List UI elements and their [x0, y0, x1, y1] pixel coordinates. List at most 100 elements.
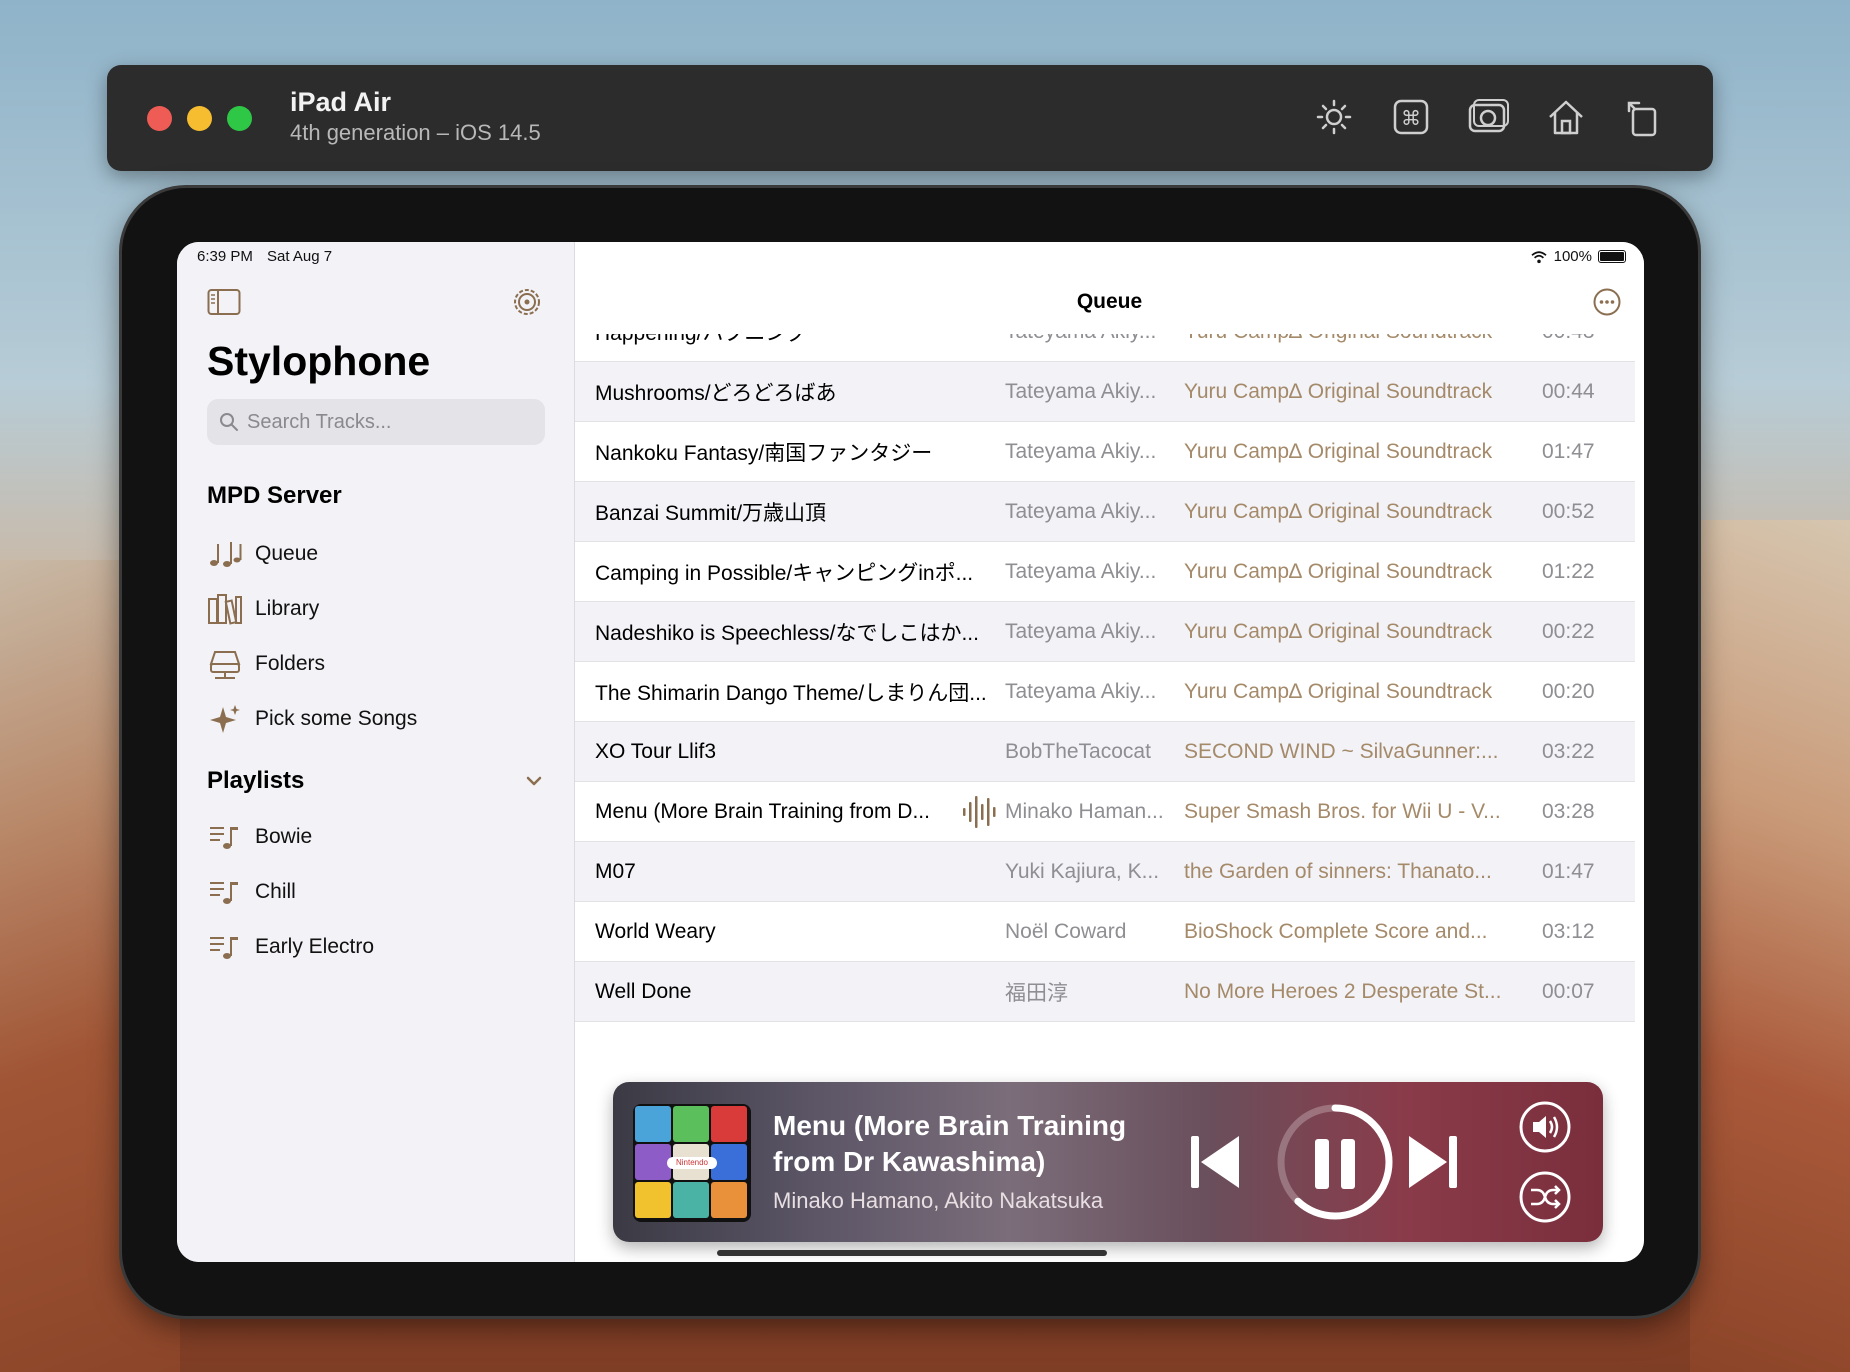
track-artist: Tateyama Akiy... — [1005, 679, 1157, 703]
pause-icon — [1315, 1139, 1355, 1189]
battery-percent: 100% — [1553, 248, 1592, 265]
zoom-window-button[interactable] — [227, 106, 252, 131]
track-album: Super Smash Bros. for Wii U - V... — [1184, 799, 1501, 823]
next-track-button[interactable] — [1405, 1132, 1459, 1192]
playlist-item-early-electro[interactable]: Early Electro — [207, 927, 374, 967]
table-row[interactable]: M07 Yuki Kajiura, K... the Garden of sin… — [575, 842, 1635, 902]
track-album: the Garden of sinners: Thanato... — [1184, 859, 1492, 883]
track-duration: 01:47 — [1542, 859, 1595, 883]
playlist-label: Early Electro — [255, 935, 375, 958]
device-detail: 4th generation – iOS 14.5 — [290, 120, 541, 145]
rotate-icon[interactable] — [1621, 95, 1665, 139]
speaker-icon — [1519, 1101, 1571, 1153]
brightness-icon[interactable] — [1312, 95, 1356, 139]
track-album: Yuru Camp∆ Original Soundtrack — [1184, 619, 1493, 643]
sidebar-item-label: Queue — [255, 542, 319, 565]
track-album: BioShock Complete Score and... — [1184, 919, 1488, 943]
track-title: Banzai Summit/万歳山頂 — [595, 501, 827, 525]
sidebar-item-label: Library — [255, 597, 320, 620]
track-album: SECOND WIND ~ SilvaGunner:... — [1184, 739, 1499, 763]
track-artist: Tateyama Akiy... — [1005, 619, 1157, 643]
table-row[interactable]: XO Tour Llif3 BobTheTacocat SECOND WIND … — [575, 722, 1635, 782]
status-date: Sat Aug 7 — [267, 248, 333, 265]
playlist-label: Bowie — [255, 825, 313, 848]
table-row[interactable]: Mushrooms/どろどろばあ Tateyama Akiy... Yuru C… — [575, 362, 1635, 422]
table-row[interactable]: Banzai Summit/万歳山頂 Tateyama Akiy... Yuru… — [575, 482, 1635, 542]
page-title: Queue — [1076, 290, 1143, 313]
table-row-now-playing[interactable]: Menu (More Brain Training from D... Mina… — [575, 782, 1635, 842]
shuffle-button[interactable] — [1518, 1170, 1572, 1224]
table-row[interactable]: Nankoku Fantasy/南国ファンタジー Tateyama Akiy..… — [575, 422, 1635, 482]
sidebar-toggle-icon[interactable] — [207, 288, 241, 316]
now-playing-artist: Minako Hamano, Akito Nakatsuka — [773, 1188, 1104, 1213]
screenshot-icon[interactable] — [1466, 95, 1510, 139]
table-row[interactable]: Camping in Possible/キャンピングinポ... Tateyam… — [575, 542, 1635, 602]
track-title: The Shimarin Dango Theme/しまりん団... — [595, 681, 987, 705]
track-artist: Noël Coward — [1005, 919, 1127, 943]
books-icon — [207, 593, 243, 625]
search-icon — [220, 413, 238, 431]
status-time: 6:39 PM — [197, 248, 253, 265]
track-title: Nankoku Fantasy/南国ファンタジー — [595, 441, 933, 465]
home-icon[interactable] — [1544, 95, 1588, 139]
playlist-item-bowie[interactable]: Bowie — [207, 817, 312, 857]
device-name: iPad Air — [290, 87, 392, 117]
minimize-window-button[interactable] — [187, 106, 212, 131]
track-album: Yuru Camp∆ Original Soundtrack — [1184, 334, 1514, 344]
sidebar-item-label: Pick some Songs — [255, 707, 418, 730]
queue-list[interactable]: Happening/ハプニング Tateyama Akiy... Yuru Ca… — [575, 334, 1635, 1024]
track-artist: 福田淳 — [1005, 981, 1068, 1005]
table-row[interactable]: Well Done 福田淳 No More Heroes 2 Desperate… — [575, 962, 1635, 1022]
command-key-icon[interactable]: ⌘ — [1389, 95, 1433, 139]
wallpaper-rock-right — [1690, 520, 1850, 1372]
status-time-date: 6:39 PM Sat Aug 7 — [197, 248, 342, 265]
playlist-icon — [207, 931, 243, 963]
table-row[interactable]: The Shimarin Dango Theme/しまりん団... Tateya… — [575, 662, 1635, 722]
close-window-button[interactable] — [147, 106, 172, 131]
app-title: Stylophone — [207, 338, 431, 384]
volume-button[interactable] — [1518, 1100, 1572, 1154]
playlists-heading: Playlists — [207, 767, 305, 794]
sidebar-item-folders[interactable]: Folders — [207, 644, 325, 684]
track-duration: 01:47 — [1542, 439, 1595, 463]
track-title: World Weary — [595, 919, 716, 943]
search-input[interactable]: Search Tracks... — [207, 399, 545, 445]
track-title: XO Tour Llif3 — [595, 739, 717, 763]
track-album: Yuru Camp∆ Original Soundtrack — [1184, 559, 1493, 583]
server-drive-icon — [207, 648, 243, 680]
track-album: No More Heroes 2 Desperate St... — [1184, 979, 1502, 1003]
sparkles-icon — [207, 703, 243, 735]
sidebar-item-library[interactable]: Library — [207, 589, 319, 629]
sidebar-item-queue[interactable]: Queue — [207, 534, 318, 574]
settings-gear-icon[interactable] — [511, 286, 543, 318]
table-row[interactable]: Happening/ハプニング Tateyama Akiy... Yuru Ca… — [575, 334, 1635, 362]
track-title: Happening/ハプニング — [595, 334, 1015, 347]
home-indicator — [717, 1250, 1107, 1256]
previous-track-button[interactable] — [1189, 1132, 1243, 1192]
track-title: Well Done — [595, 979, 692, 1003]
track-duration: 00:22 — [1542, 619, 1595, 643]
backward-icon — [1191, 1136, 1239, 1188]
track-duration: 03:28 — [1542, 799, 1595, 823]
track-album: Yuru Camp∆ Original Soundtrack — [1184, 679, 1493, 703]
playlist-item-chill[interactable]: Chill — [207, 872, 296, 912]
sidebar: 6:39 PM Sat Aug 7 Stylophone Search Trac… — [177, 242, 575, 1262]
track-artist: Tateyama Akiy... — [1005, 559, 1157, 583]
more-options-icon[interactable] — [1592, 287, 1622, 317]
pause-button[interactable] — [1313, 1137, 1357, 1191]
table-row[interactable]: Nadeshiko is Speechless/なでしこはか... Tateya… — [575, 602, 1635, 662]
music-notes-icon — [207, 538, 243, 570]
track-title: Menu (More Brain Training from D... — [595, 799, 930, 823]
simulator-toolbar: iPad Air 4th generation – iOS 14.5 ⌘ — [107, 65, 1713, 171]
now-playing-bar[interactable]: Nintendo Menu (More Brain Training from … — [613, 1082, 1603, 1242]
chevron-down-icon[interactable] — [523, 770, 545, 792]
wifi-icon — [1531, 250, 1547, 263]
playlist-icon — [207, 876, 243, 908]
forward-icon — [1409, 1136, 1457, 1188]
track-duration: 03:12 — [1542, 919, 1595, 943]
track-duration: 01:22 — [1542, 559, 1595, 583]
table-row[interactable]: World Weary Noël Coward BioShock Complet… — [575, 902, 1635, 962]
album-art: Nintendo — [633, 1104, 751, 1222]
track-artist: BobTheTacocat — [1005, 739, 1151, 763]
sidebar-item-pick-some-songs[interactable]: Pick some Songs — [207, 699, 417, 739]
